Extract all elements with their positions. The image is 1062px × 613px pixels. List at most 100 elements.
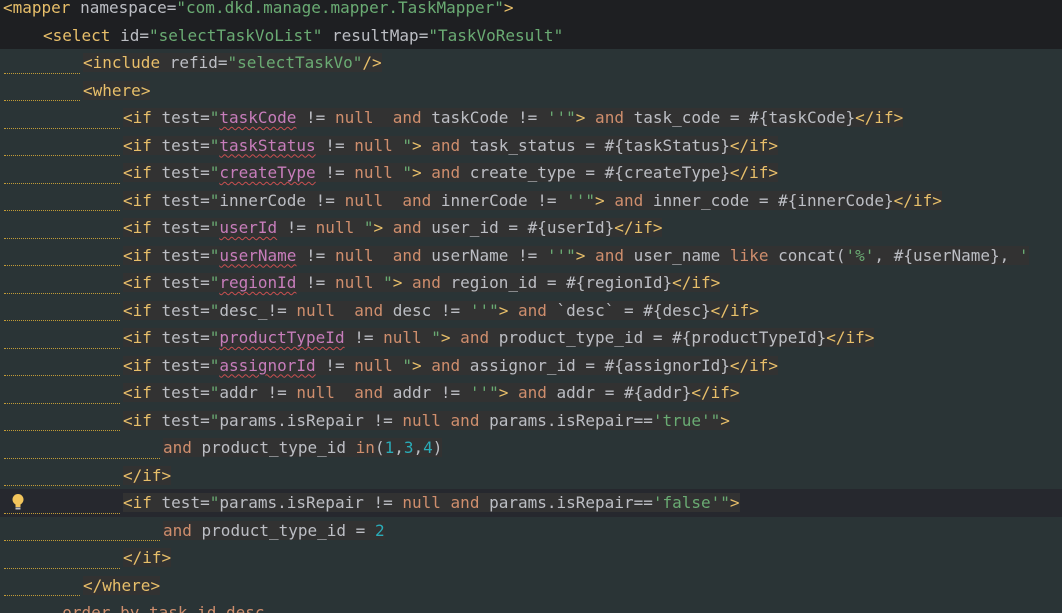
code-token: like (729, 245, 769, 265)
code-token: user_id = #{userId} (421, 218, 615, 237)
indent-guide (4, 72, 80, 74)
code-token: if (132, 355, 152, 375)
code-line[interactable]: <if test="userId != null "> and user_id … (0, 214, 1062, 242)
code-token: </ (123, 465, 143, 485)
code-token: " (421, 328, 441, 347)
code-line[interactable]: <if test="params.isRepair != null and pa… (0, 489, 1062, 517)
code-line[interactable]: <if test="innerCode != null and innerCod… (0, 186, 1062, 215)
indent-guide (4, 595, 80, 596)
code-line[interactable]: </if> (0, 461, 1062, 489)
code-token: > (373, 218, 384, 237)
code-text: order by task_id desc (43, 599, 264, 613)
code-token: < (123, 328, 133, 347)
code-line[interactable]: <if test="addr != null and addr != ''"> … (0, 379, 1062, 407)
code-token: </ (614, 218, 634, 237)
code-line[interactable]: <if test="desc_!= null and desc != ''"> … (0, 296, 1062, 324)
code-token: if (132, 273, 152, 292)
code-token: > (575, 108, 586, 127)
code-text: <include refid="selectTaskVo"/> (83, 49, 382, 77)
code-token: test= (151, 410, 210, 430)
code-line[interactable]: <if test="taskCode != null and taskCode … (0, 104, 1062, 132)
code-line[interactable]: <if test="userName != null and userName … (0, 241, 1062, 269)
code-line[interactable]: <if test="createType != null "> and crea… (0, 159, 1062, 187)
code-token: userName != (421, 245, 547, 265)
code-token: if (749, 135, 769, 155)
code-line[interactable]: <mapper namespace="com.dkd.manage.mapper… (0, 0, 1062, 22)
indent-guide (4, 457, 160, 459)
code-text: <if test="addr != null and addr != ''"> … (123, 379, 740, 407)
code-token: > (498, 383, 509, 402)
code-token: inner_code = #{innerCode} (643, 190, 894, 210)
indent-guide (4, 485, 120, 486)
code-line[interactable]: <where> (0, 76, 1062, 104)
code-text: </where> (83, 572, 161, 600)
code-token: " (209, 190, 220, 210)
code-token: if (845, 328, 865, 347)
code-token: where (92, 80, 141, 100)
code-token: in (355, 438, 375, 457)
code-token: > (595, 190, 605, 210)
code-token: </ (83, 575, 103, 595)
code-token: if (132, 300, 152, 320)
code-token: test= (151, 108, 210, 127)
code-line[interactable]: </where> (0, 571, 1062, 600)
code-token: and (354, 383, 384, 402)
code-line[interactable]: <include refid="selectTaskVo"/> (0, 49, 1062, 77)
code-token: 'false'" (652, 493, 730, 512)
code-token: and (604, 190, 644, 210)
code-token: params.isRepair != (219, 410, 403, 430)
code-token: productTypeId (219, 328, 345, 347)
code-token: > (412, 163, 422, 182)
code-token: ' (1018, 245, 1029, 265)
code-token: and (392, 245, 422, 265)
code-token: addr = #{addr} (546, 383, 692, 402)
code-token: > (720, 410, 730, 430)
code-token: > (412, 135, 422, 155)
code-token: and (421, 163, 461, 182)
code-token: != (267, 300, 297, 320)
code-text: <if test="productTypeId != null "> and p… (123, 324, 875, 352)
code-token: </ (729, 135, 750, 155)
code-line[interactable]: </if> (0, 544, 1062, 572)
code-token: " (553, 25, 564, 45)
code-line[interactable]: <if test="assignorId != null "> and assi… (0, 351, 1062, 379)
code-token: desc_ (219, 300, 268, 320)
code-token: test= (151, 218, 210, 237)
code-token: </ (672, 273, 692, 292)
code-token: " (209, 108, 220, 127)
code-token: TaskVoResult (437, 25, 554, 45)
code-text: <if test="innerCode != null and innerCod… (123, 187, 942, 215)
code-line[interactable]: order by task_id desc (0, 599, 1062, 613)
code-text: <if test="taskCode != null and taskCode … (123, 104, 904, 132)
code-token: if (132, 328, 152, 347)
code-token: null (315, 218, 355, 237)
code-token: null (296, 383, 335, 402)
code-token: and (508, 300, 547, 320)
code-text: <if test="userId != null "> and user_id … (123, 214, 663, 242)
code-token: < (123, 300, 133, 320)
code-text: <select id="selectTaskVoList" resultMap=… (43, 22, 563, 50)
code-token: > (768, 163, 779, 182)
code-line[interactable]: and product_type_id = 2 (0, 516, 1062, 544)
lightbulb-icon[interactable] (11, 493, 25, 511)
code-line[interactable]: <if test="taskStatus != null "> and task… (0, 131, 1062, 159)
code-editor[interactable]: <mapper namespace="com.dkd.manage.mapper… (0, 0, 1062, 613)
code-token: != (315, 163, 355, 182)
code-line[interactable]: <if test="params.isRepair != null and pa… (0, 406, 1062, 434)
code-line[interactable]: <select id="selectTaskVoList" resultMap=… (0, 22, 1062, 50)
code-token: > (729, 493, 740, 512)
code-token: null (296, 300, 335, 320)
code-line[interactable]: and product_type_id in(1,3,4) (0, 434, 1062, 462)
code-token: innerCode != (219, 190, 345, 210)
code-token: id= (110, 25, 149, 45)
code-line[interactable]: <if test="productTypeId != null "> and p… (0, 324, 1062, 352)
code-token: </ (691, 383, 711, 402)
code-token: innerCode != (431, 190, 567, 210)
code-line[interactable]: <if test="regionId != null "> and region… (0, 269, 1062, 297)
code-token: ''" (566, 190, 596, 210)
code-text: <mapper namespace="com.dkd.manage.mapper… (3, 0, 514, 22)
code-token: < (123, 355, 133, 375)
code-token: null (354, 355, 393, 375)
